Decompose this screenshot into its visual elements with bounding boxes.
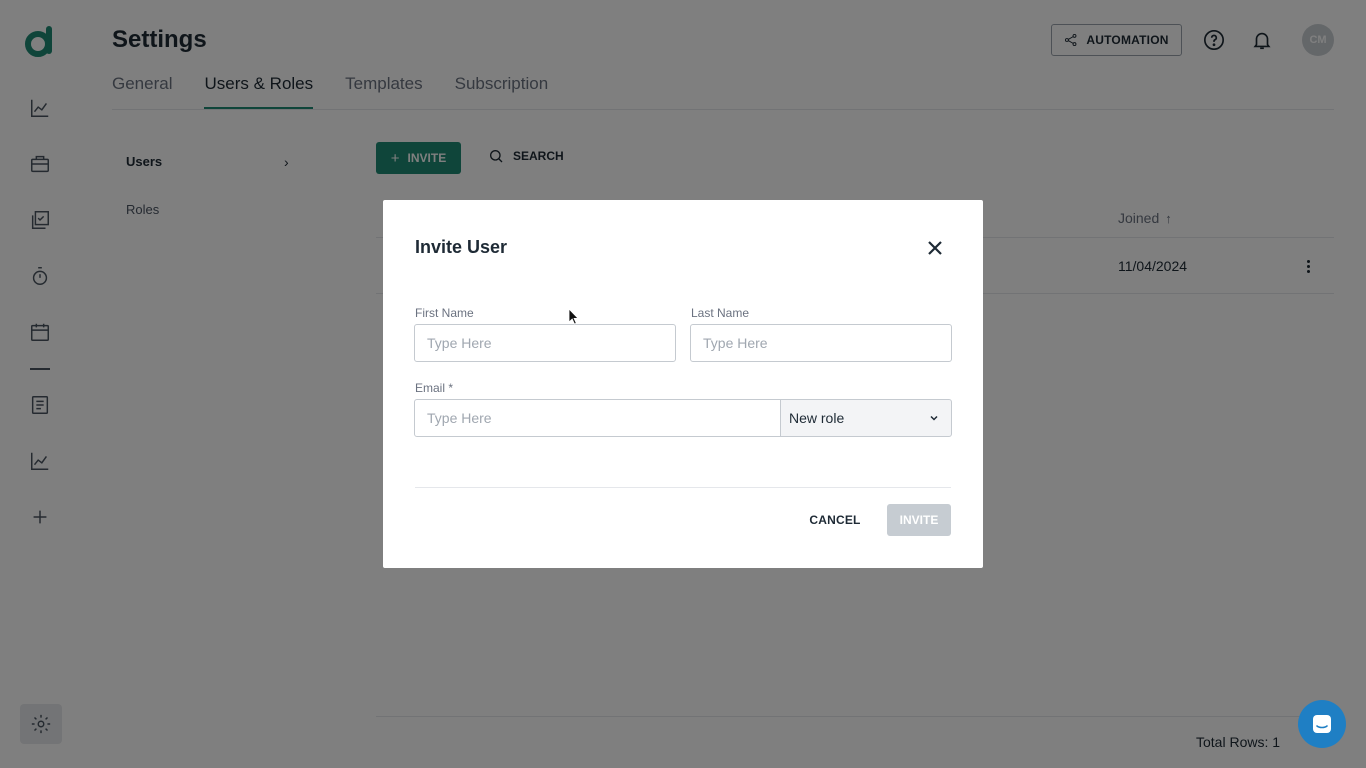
modal-invite-button[interactable]: INVITE	[887, 504, 951, 536]
chevron-down-icon	[930, 415, 938, 421]
role-select[interactable]: New role	[780, 399, 952, 437]
chat-launcher-button[interactable]	[1298, 700, 1346, 748]
email-input[interactable]	[414, 399, 781, 437]
modal-title: Invite User	[415, 237, 508, 257]
role-select-value: New role	[789, 410, 845, 426]
last-name-label: Last Name	[691, 306, 750, 320]
email-label: Email *	[415, 381, 454, 395]
last-name-input[interactable]	[690, 324, 952, 362]
chat-icon	[1313, 715, 1331, 733]
invite-user-modal: Invite User First Name Last Name Email *…	[383, 200, 983, 568]
first-name-input[interactable]	[414, 324, 676, 362]
cancel-button[interactable]: CANCEL	[799, 504, 871, 536]
mouse-cursor-icon	[568, 308, 579, 325]
modal-divider	[415, 487, 951, 488]
first-name-label: First Name	[415, 306, 474, 320]
close-icon[interactable]	[925, 238, 945, 258]
